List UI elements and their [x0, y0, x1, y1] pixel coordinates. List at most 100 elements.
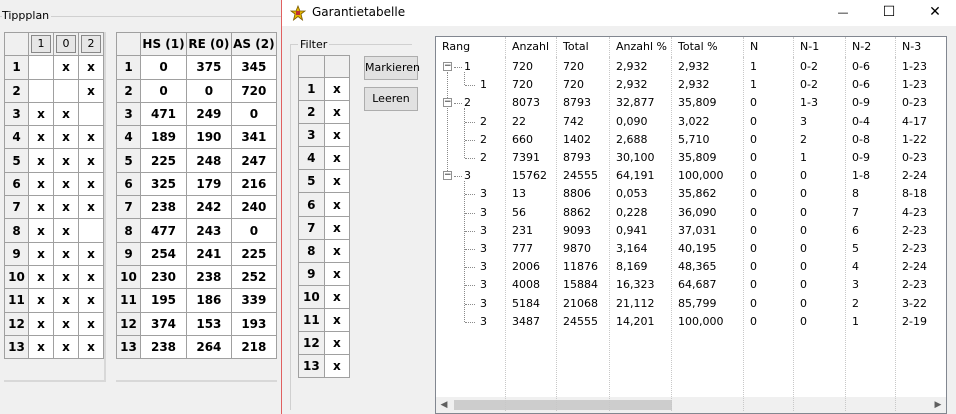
- stats-cell[interactable]: 325: [139, 171, 188, 197]
- stats-cell[interactable]: 230: [139, 264, 188, 290]
- tipp-cell[interactable]: x: [53, 334, 79, 360]
- stats-row-number[interactable]: 8: [116, 218, 141, 243]
- tree-child-row[interactable]: 3 5184 21068 21,112 85,799 0 0 2 3-22: [436, 295, 946, 313]
- stats-cell[interactable]: 193: [230, 311, 278, 336]
- horizontal-scrollbar[interactable]: ◀ ▶: [436, 397, 946, 413]
- tree-parent-row[interactable]: − 2 8073 8793 32,877 35,809 0 1-3 0-9 0-23: [436, 94, 946, 112]
- stats-grid[interactable]: HS (1) RE (0) AS (2) 1 0 375 345 2 0 0 720 3 471 249 0…: [116, 31, 278, 360]
- stats-cell[interactable]: 0: [186, 78, 232, 103]
- tipp-row-number[interactable]: 3: [4, 101, 29, 127]
- tipp-cell[interactable]: [28, 78, 54, 103]
- tree-child-row[interactable]: 2 7391 8793 30,100 35,809 0 1 0-9 0-23: [436, 149, 946, 167]
- tree-child-row[interactable]: 3 2006 11876 8,169 48,365 0 0 4 2-24: [436, 258, 946, 276]
- filter-row-number[interactable]: 6: [298, 192, 325, 217]
- stats-cell[interactable]: 264: [186, 334, 232, 360]
- stats-cell[interactable]: 238: [186, 264, 232, 290]
- stats-cell[interactable]: 153: [186, 311, 232, 336]
- scroll-right-icon[interactable]: ▶: [930, 397, 946, 413]
- stats-cell[interactable]: 218: [230, 334, 278, 360]
- stats-cell[interactable]: 0: [139, 78, 188, 103]
- column-header[interactable]: Anzahl %: [610, 37, 672, 57]
- filter-cell[interactable]: x: [323, 215, 351, 240]
- stats-col-header[interactable]: HS (1): [139, 31, 188, 57]
- tipp-cell[interactable]: x: [28, 101, 54, 127]
- tipp-cell[interactable]: x: [53, 148, 79, 173]
- stats-cell[interactable]: 241: [186, 241, 232, 266]
- stats-col-header[interactable]: RE (0): [186, 31, 232, 57]
- stats-cell[interactable]: 341: [230, 125, 278, 150]
- filter-cell[interactable]: x: [323, 123, 351, 148]
- stats-cell[interactable]: 179: [186, 171, 232, 197]
- filter-cell[interactable]: x: [323, 146, 351, 171]
- stats-col-header[interactable]: AS (2): [230, 31, 278, 57]
- tipp-cell[interactable]: x: [53, 171, 79, 197]
- tipp-cell[interactable]: [53, 78, 79, 103]
- stats-cell[interactable]: 195: [139, 288, 188, 313]
- tipp-cell[interactable]: [78, 218, 104, 243]
- guarantee-tree-list[interactable]: Rang Anzahl Total Anzahl % Total % N N-1 N-2 N-3…: [435, 36, 947, 414]
- stats-cell[interactable]: 0: [139, 55, 188, 80]
- tipp-cell[interactable]: x: [78, 311, 104, 336]
- filter-cell[interactable]: x: [323, 284, 351, 309]
- filter-row-number[interactable]: 9: [298, 261, 325, 286]
- tree-parent-row[interactable]: − 1 720 720 2,932 2,932 1 0-2 0-6 1-23: [436, 58, 946, 76]
- stats-cell[interactable]: 216: [230, 171, 278, 197]
- filter-cell[interactable]: x: [323, 192, 351, 217]
- tipp-col-button[interactable]: 2: [81, 35, 101, 54]
- tipp-cell[interactable]: [28, 55, 54, 80]
- column-header[interactable]: Total %: [672, 37, 744, 57]
- tipp-row-number[interactable]: 5: [4, 148, 29, 173]
- filter-cell[interactable]: x: [323, 354, 351, 379]
- stats-row-number[interactable]: 12: [116, 311, 141, 336]
- column-header[interactable]: Rang: [436, 37, 506, 57]
- column-header[interactable]: N-1: [794, 37, 846, 57]
- tipp-cell[interactable]: x: [78, 241, 104, 266]
- stats-row-number[interactable]: 10: [116, 264, 141, 290]
- tipp-row-number[interactable]: 11: [4, 288, 29, 313]
- filter-cell[interactable]: x: [323, 307, 351, 333]
- tipp-cell[interactable]: x: [28, 218, 54, 243]
- stats-cell[interactable]: 339: [230, 288, 278, 313]
- filter-row-number[interactable]: 3: [298, 123, 325, 148]
- tipp-col-button[interactable]: 0: [56, 35, 76, 54]
- close-button[interactable]: ✕: [912, 0, 956, 26]
- title-bar[interactable]: Garantietabelle — ☐ ✕: [282, 0, 956, 26]
- filter-row-number[interactable]: 11: [298, 307, 325, 333]
- stats-cell[interactable]: 247: [230, 148, 278, 173]
- tree-parent-row[interactable]: − 3 15762 24555 64,191 100,000 0 0 1-8 2-24: [436, 167, 946, 185]
- tipp-cell[interactable]: x: [78, 264, 104, 290]
- filter-row-number[interactable]: 5: [298, 169, 325, 194]
- tipp-cell[interactable]: x: [28, 195, 54, 220]
- markieren-button[interactable]: Markieren: [364, 56, 420, 80]
- stats-cell[interactable]: 477: [139, 218, 188, 243]
- tipp-cell[interactable]: x: [53, 218, 79, 243]
- minimize-button[interactable]: —: [820, 0, 866, 26]
- tipp-cell[interactable]: x: [78, 78, 104, 103]
- stats-cell[interactable]: 190: [186, 125, 232, 150]
- tipp-col-header[interactable]: 0: [53, 31, 79, 57]
- filter-row-number[interactable]: 1: [298, 76, 325, 102]
- tipp-cell[interactable]: x: [53, 288, 79, 313]
- tipp-row-number[interactable]: 2: [4, 78, 29, 103]
- tipp-cell[interactable]: x: [78, 288, 104, 313]
- tipp-col-button[interactable]: 1: [31, 35, 51, 54]
- stats-cell[interactable]: 186: [186, 288, 232, 313]
- column-header[interactable]: Total: [557, 37, 610, 57]
- tipp-cell[interactable]: x: [53, 125, 79, 150]
- filter-row-number[interactable]: 13: [298, 354, 325, 379]
- stats-row-number[interactable]: 11: [116, 288, 141, 313]
- stats-cell[interactable]: 375: [186, 55, 232, 80]
- tree-child-row[interactable]: 3 13 8806 0,053 35,862 0 0 8 8-18: [436, 185, 946, 203]
- tree-child-row[interactable]: 3 4008 15884 16,323 64,687 0 0 3 2-23: [436, 276, 946, 294]
- stats-cell[interactable]: 225: [230, 241, 278, 266]
- stats-cell[interactable]: 0: [230, 101, 278, 127]
- tipp-row-number[interactable]: 13: [4, 334, 29, 360]
- tipp-cell[interactable]: x: [53, 55, 79, 80]
- stats-row-number[interactable]: 5: [116, 148, 141, 173]
- tipp-row-number[interactable]: 6: [4, 171, 29, 197]
- stats-cell[interactable]: 374: [139, 311, 188, 336]
- tipp-row-number[interactable]: 8: [4, 218, 29, 243]
- tipp-cell[interactable]: x: [53, 311, 79, 336]
- tipp-cell[interactable]: x: [28, 288, 54, 313]
- tipp-row-number[interactable]: 10: [4, 264, 29, 290]
